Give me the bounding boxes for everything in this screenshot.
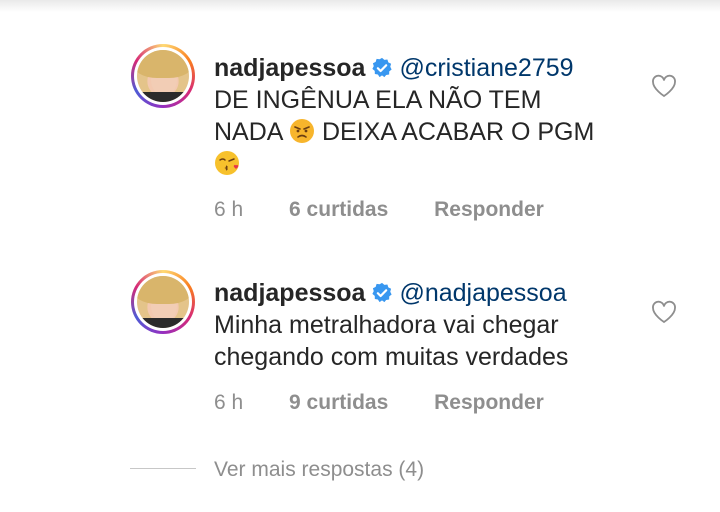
heart-outline-icon[interactable] xyxy=(651,300,677,324)
reply-button[interactable]: Responder xyxy=(434,198,544,221)
divider-line xyxy=(130,468,196,469)
comment-line: DEIXA ACABAR O PGM xyxy=(322,118,595,146)
top-divider xyxy=(0,0,720,12)
username-link[interactable]: nadjapessoa xyxy=(214,279,365,307)
avatar[interactable] xyxy=(131,270,195,334)
comment-text: nadjapessoa @cristiane2759 DE INGÊNUA ELA… xyxy=(214,52,654,180)
avatar[interactable] xyxy=(131,44,195,108)
comment-meta: 6 h 6 curtidas Responder xyxy=(214,198,544,222)
likes-count-button[interactable]: 6 curtidas xyxy=(289,198,388,221)
heart-outline-icon[interactable] xyxy=(651,74,677,98)
angry-face-emoji xyxy=(290,119,315,143)
verified-badge-icon xyxy=(372,57,393,78)
reply-button[interactable]: Responder xyxy=(434,391,544,414)
comment-line: DE INGÊNUA ELA NÃO TEM xyxy=(214,86,542,114)
timestamp: 6 h xyxy=(214,391,244,414)
view-more-replies[interactable]: Ver mais respostas (4) xyxy=(130,458,650,486)
verified-badge-icon xyxy=(372,282,393,303)
username-link[interactable]: nadjapessoa xyxy=(214,54,365,82)
likes-count-button[interactable]: 9 curtidas xyxy=(289,391,388,414)
comment-line: chegando com muitas verdades xyxy=(214,343,569,371)
comment-line: NADA xyxy=(214,118,283,146)
comment-text: nadjapessoa @nadjapessoa Minha metralhado… xyxy=(214,277,654,373)
kissing-face-emoji xyxy=(215,151,239,175)
mention-link[interactable]: @cristiane2759 xyxy=(399,54,573,82)
view-more-replies-label[interactable]: Ver mais respostas (4) xyxy=(214,458,424,482)
comment-meta: 6 h 9 curtidas Responder xyxy=(214,391,544,415)
mention-link[interactable]: @nadjapessoa xyxy=(399,279,566,307)
timestamp: 6 h xyxy=(214,198,244,221)
comment-line: Minha metralhadora vai chegar xyxy=(214,311,559,339)
